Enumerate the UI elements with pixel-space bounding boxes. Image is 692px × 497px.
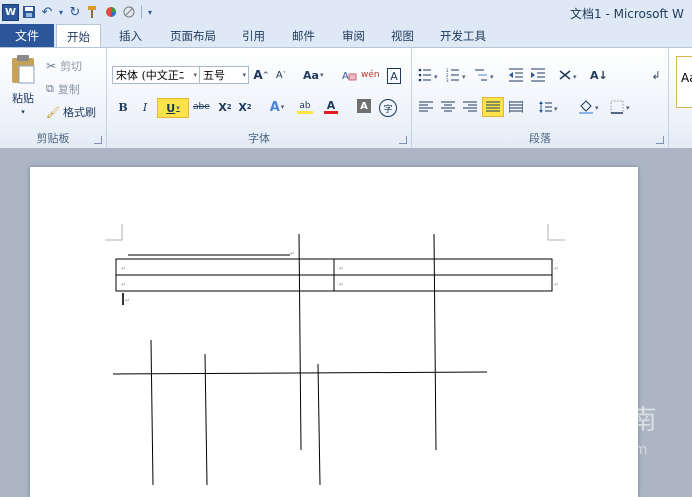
drawn-vertical-line[interactable] — [298, 233, 302, 451]
margin-mark-top-right — [547, 224, 565, 241]
cell-mark: ↵ — [121, 265, 126, 272]
watermark-logo: S 搜狗指南 — [512, 398, 657, 437]
paragraph-mark: ↵ — [290, 250, 295, 257]
drawn-vertical-line[interactable] — [150, 339, 154, 485]
paragraph-mark: ↵ — [125, 297, 130, 304]
watermark-url: zhinan.sogou.com — [520, 442, 648, 458]
row-end-mark: ↵ — [554, 265, 559, 272]
row-end-mark: ↵ — [554, 281, 559, 288]
margin-mark-top-left — [105, 224, 123, 241]
watermark-s-icon: S — [512, 407, 540, 436]
watermark-text: 搜狗指南 — [548, 405, 657, 436]
cell-mark: ↵ — [339, 265, 344, 272]
drawn-vertical-line[interactable] — [433, 233, 437, 451]
cell-mark: ↵ — [121, 281, 126, 288]
drawn-vertical-line[interactable] — [317, 363, 321, 485]
cell-mark: ↵ — [339, 281, 344, 288]
